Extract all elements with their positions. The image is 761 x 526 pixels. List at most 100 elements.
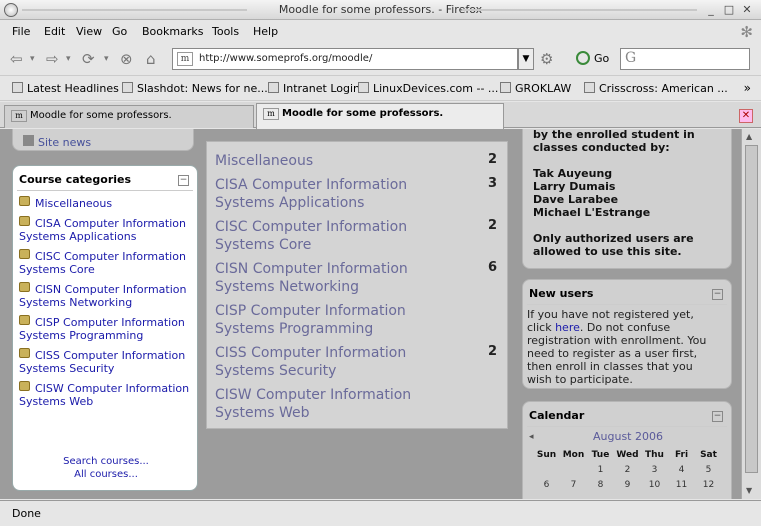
- weekday-header: Sat: [700, 450, 717, 460]
- bookmark-slashdot[interactable]: Slashdot: News for ne...: [122, 82, 268, 95]
- category-row-link[interactable]: CISA Computer Information Systems Applic…: [215, 176, 455, 212]
- category-link[interactable]: CISA Computer Information Systems Applic…: [19, 216, 191, 243]
- back-dropdown-icon[interactable]: ▾: [30, 54, 35, 64]
- menu-tools[interactable]: Tools: [212, 25, 239, 38]
- menu-go[interactable]: Go: [112, 25, 127, 38]
- calendar-day[interactable]: 2: [614, 465, 641, 475]
- category-row-link[interactable]: CISN Computer Information Systems Networ…: [215, 260, 455, 296]
- category-row-link[interactable]: CISP Computer Information Systems Progra…: [215, 302, 455, 338]
- tab-label: Moodle for some professors.: [282, 108, 444, 119]
- vertical-scrollbar[interactable]: ▲ ▼: [741, 129, 761, 499]
- go-icon[interactable]: [576, 51, 590, 65]
- calendar-day[interactable]: 1: [587, 465, 614, 475]
- calendar-day[interactable]: 5: [695, 465, 722, 475]
- bookmarks-overflow-icon[interactable]: »: [744, 81, 751, 95]
- go-button[interactable]: Go: [594, 52, 609, 65]
- feed-icon: [122, 82, 133, 93]
- all-courses-link[interactable]: All courses...: [13, 469, 199, 480]
- page-content: Site news Course categories − Miscellane…: [0, 129, 741, 499]
- bookmark-groklaw[interactable]: GROKLAW: [500, 82, 571, 95]
- collapse-block-icon[interactable]: −: [712, 411, 723, 422]
- course-categories-title: Course categories: [19, 173, 132, 186]
- weekday-header: Thu: [645, 450, 664, 460]
- category-row-link[interactable]: CISS Computer Information Systems Securi…: [215, 344, 455, 380]
- url-bar[interactable]: m http://www.someprofs.org/moodle/: [172, 48, 518, 70]
- category-row-link[interactable]: CISC Computer Information Systems Core: [215, 218, 455, 254]
- menu-edit[interactable]: Edit: [44, 25, 65, 38]
- collapse-block-icon[interactable]: −: [178, 175, 189, 186]
- calendar-day[interactable]: 3: [641, 465, 668, 475]
- site-news-link[interactable]: Site news: [23, 135, 91, 149]
- menu-view[interactable]: View: [76, 25, 102, 38]
- menu-bookmarks[interactable]: Bookmarks: [142, 25, 203, 38]
- category-label: CISC Computer Information Systems Core: [19, 250, 186, 276]
- teacher-name: Tak Auyeung: [533, 167, 613, 180]
- search-input[interactable]: G: [620, 48, 750, 70]
- site-news-label: Site news: [38, 136, 92, 149]
- stop-icon[interactable]: ⊗: [120, 50, 133, 68]
- forward-icon[interactable]: ⇨: [46, 50, 59, 68]
- bookmark-linuxdevices[interactable]: LinuxDevices.com -- ...: [358, 82, 498, 95]
- weekday-header: Tue: [591, 450, 610, 460]
- forward-dropdown-icon[interactable]: ▾: [66, 54, 71, 64]
- folder-icon: [19, 381, 30, 391]
- bookmark-crisscross[interactable]: Crisscross: American ...: [584, 82, 728, 95]
- calendar-day[interactable]: 11: [668, 480, 695, 490]
- calendar-day[interactable]: 12: [695, 480, 722, 490]
- site-favicon-icon: m: [177, 52, 193, 66]
- calendar-day[interactable]: 8: [587, 480, 614, 490]
- category-row-link[interactable]: Miscellaneous: [215, 152, 455, 170]
- minimize-icon[interactable]: _: [704, 3, 718, 17]
- new-users-title: New users: [529, 287, 594, 300]
- category-link[interactable]: CISP Computer Information Systems Progra…: [19, 315, 191, 342]
- register-here-link[interactable]: here: [555, 321, 580, 334]
- maximize-icon[interactable]: □: [722, 3, 736, 17]
- url-history-dropdown-icon[interactable]: ▼: [518, 48, 534, 70]
- back-icon[interactable]: ⇦: [10, 50, 23, 68]
- calendar-day[interactable]: 7: [560, 480, 587, 490]
- navigation-toolbar: ⇦ ▾ ⇨ ▾ ⟳ ▾ ⊗ ⌂ m http://www.someprofs.o…: [0, 42, 761, 76]
- home-icon[interactable]: ⌂: [146, 50, 156, 68]
- collapse-block-icon[interactable]: −: [712, 289, 723, 300]
- calendar-day[interactable]: 6: [533, 480, 560, 490]
- course-count: 6: [487, 260, 497, 275]
- weekday-header: Wed: [616, 450, 639, 460]
- category-row-link[interactable]: CISW Computer Information Systems Web: [215, 386, 455, 422]
- close-tab-icon[interactable]: ✕: [739, 109, 753, 123]
- category-link[interactable]: Miscellaneous: [19, 196, 191, 210]
- search-engine-icon[interactable]: G: [625, 50, 636, 66]
- menu-help[interactable]: Help: [253, 25, 278, 38]
- category-label: CISP Computer Information Systems Progra…: [19, 316, 185, 342]
- scroll-down-icon[interactable]: ▼: [746, 486, 752, 495]
- rss-icon[interactable]: ⚙: [540, 50, 553, 68]
- calendar-day[interactable]: 9: [614, 480, 641, 490]
- calendar-day[interactable]: 4: [668, 465, 695, 475]
- text-line: registration with enrollment. You: [527, 334, 707, 347]
- reload-dropdown-icon[interactable]: ▾: [104, 54, 109, 64]
- tab-favicon-icon: m: [263, 108, 279, 120]
- course-count: 3: [487, 176, 497, 191]
- folder-icon: [19, 216, 30, 226]
- category-link[interactable]: CISS Computer Information Systems Securi…: [19, 348, 191, 375]
- search-courses-link[interactable]: Search courses...: [13, 456, 199, 467]
- new-users-block: New users − If you have not registered y…: [522, 279, 732, 389]
- menu-file[interactable]: File: [12, 25, 30, 38]
- category-label: Miscellaneous: [35, 197, 113, 210]
- category-link[interactable]: CISC Computer Information Systems Core: [19, 249, 191, 276]
- close-icon[interactable]: ✕: [740, 3, 754, 17]
- url-text[interactable]: http://www.someprofs.org/moodle/: [199, 53, 372, 64]
- bookmark-latest-headlines[interactable]: Latest Headlines: [12, 82, 119, 95]
- calendar-day[interactable]: 10: [641, 480, 668, 490]
- category-link[interactable]: CISN Computer Information Systems Networ…: [19, 282, 191, 309]
- reload-icon[interactable]: ⟳: [82, 50, 95, 68]
- teacher-name: Dave Larabee: [533, 193, 619, 206]
- teacher-name: Larry Dumais: [533, 180, 616, 193]
- scrollbar-thumb[interactable]: [745, 145, 758, 473]
- folder-icon: [19, 315, 30, 325]
- page-icon: [268, 82, 279, 93]
- category-link[interactable]: CISW Computer Information Systems Web: [19, 381, 191, 408]
- bookmark-intranet-login[interactable]: Intranet Login: [268, 82, 360, 95]
- tab-moodle-2[interactable]: m Moodle for some professors.: [256, 103, 504, 129]
- tab-moodle-1[interactable]: m Moodle for some professors.: [4, 105, 254, 128]
- scroll-up-icon[interactable]: ▲: [746, 132, 752, 141]
